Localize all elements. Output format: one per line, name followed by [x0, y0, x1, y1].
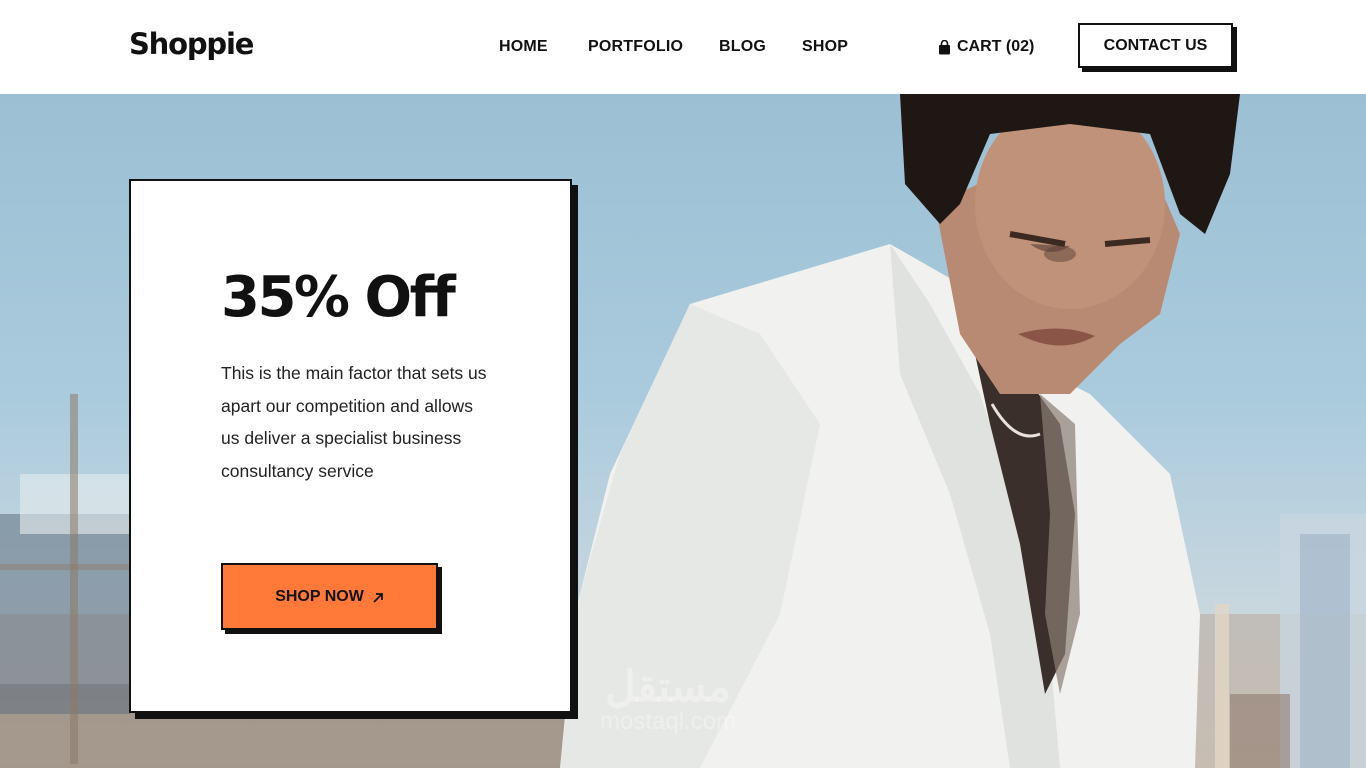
- site-header: Shoppie HOME PORTFOLIO BLOG SHOP CART (0…: [0, 0, 1366, 94]
- promo-title: 35% Off: [221, 265, 456, 330]
- cart-label: CART (02): [957, 38, 1035, 55]
- nav-shop[interactable]: SHOP: [802, 38, 848, 56]
- shop-now-button[interactable]: SHOP NOW: [221, 563, 438, 630]
- cart-link[interactable]: CART (02): [938, 38, 1034, 56]
- promo-description: This is the main factor that sets us apa…: [221, 363, 487, 481]
- promo-card: 35% Off This is the main factor that set…: [129, 179, 572, 713]
- nav-blog[interactable]: BLOG: [719, 38, 766, 56]
- arrow-up-right-icon: [372, 591, 384, 603]
- nav-home[interactable]: HOME: [499, 38, 548, 56]
- nav-portfolio[interactable]: PORTFOLIO: [588, 38, 683, 56]
- shop-now-label: SHOP NOW: [275, 587, 364, 605]
- brand-logo[interactable]: Shoppie: [129, 27, 254, 61]
- contact-us-button[interactable]: CONTACT US: [1078, 23, 1233, 68]
- shopping-bag-icon: [938, 39, 951, 55]
